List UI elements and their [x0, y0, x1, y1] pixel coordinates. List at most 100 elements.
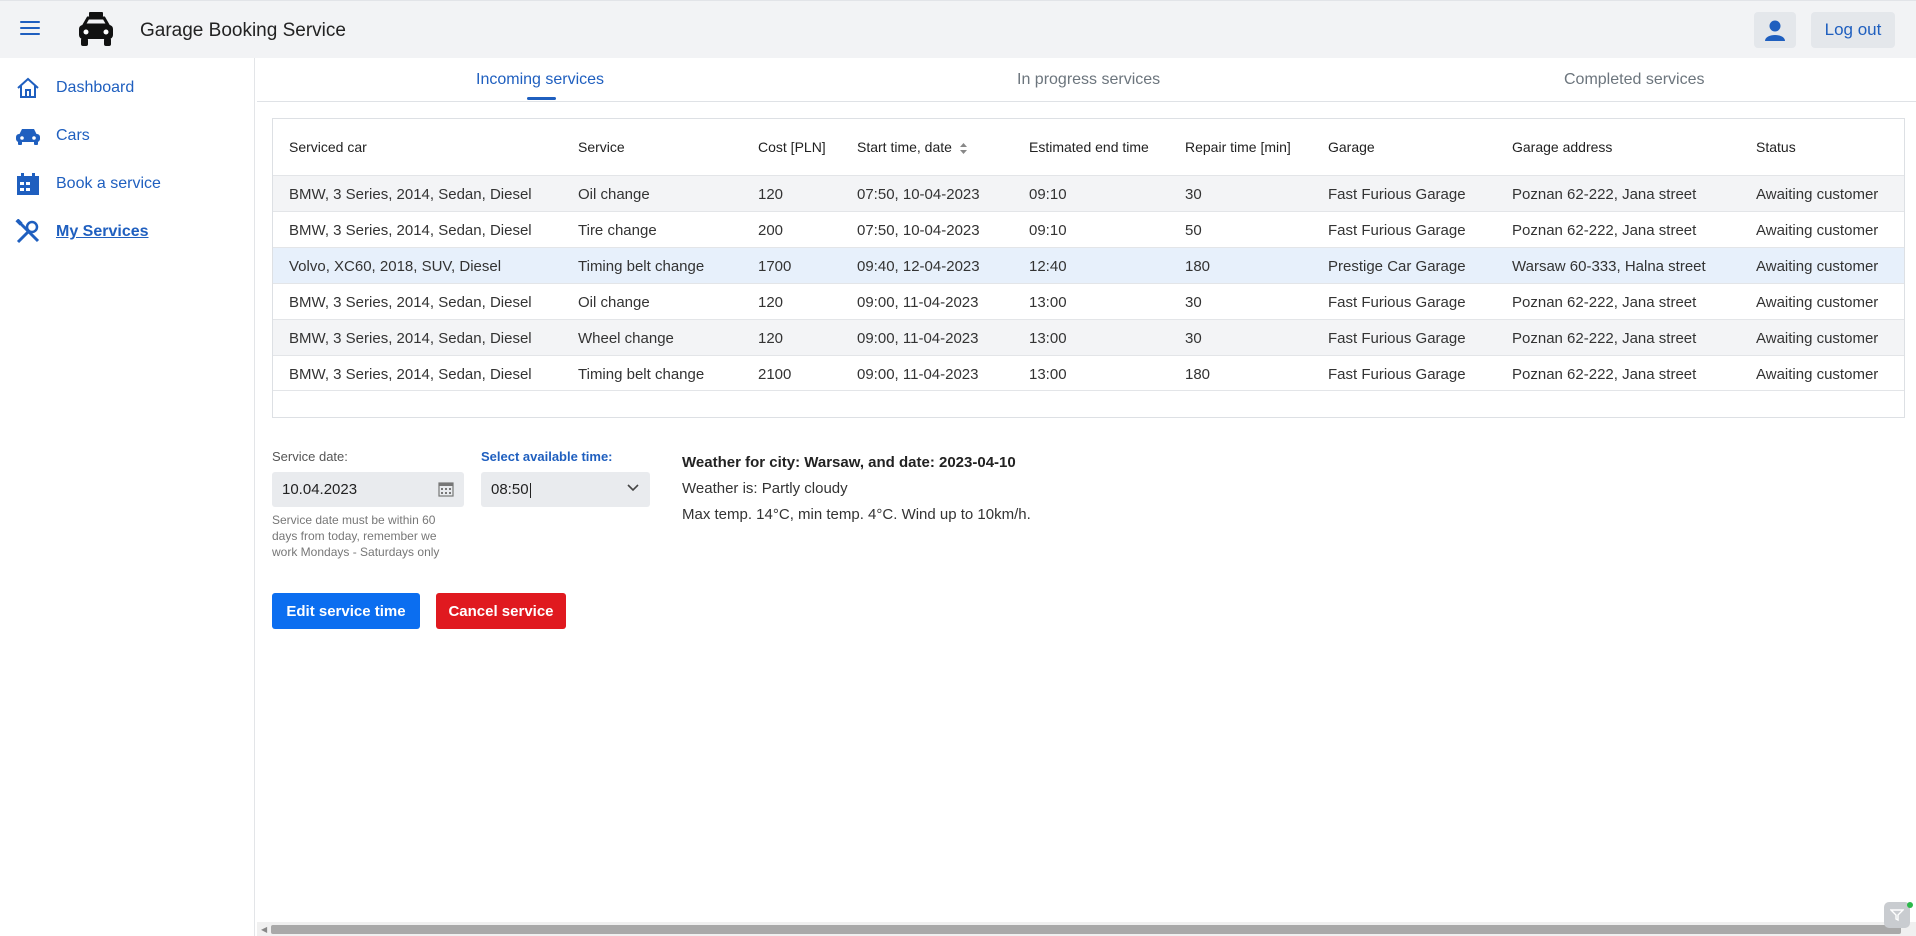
column-header-estimated-end-time[interactable]: Estimated end time	[1029, 139, 1149, 155]
cell-cost: 120	[758, 186, 784, 203]
status-dot	[1907, 902, 1913, 908]
cell-service: Tire change	[578, 222, 657, 239]
calendar-picker-icon[interactable]	[438, 481, 454, 497]
tools-icon	[14, 219, 42, 245]
cell-end-time: 13:00	[1029, 330, 1067, 347]
cell-garage-address: Poznan 62-222, Jana street	[1512, 366, 1697, 383]
cell-end-time: 09:10	[1029, 186, 1067, 203]
cell-status: Awaiting customer	[1756, 330, 1879, 347]
edit-service-time-button[interactable]: Edit service time	[272, 593, 420, 629]
column-header-status[interactable]: Status	[1756, 139, 1796, 155]
time-select-dropdown[interactable]: 08:50	[481, 472, 650, 507]
cell-service: Oil change	[578, 294, 650, 311]
chevron-down-icon	[627, 484, 639, 492]
cell-start-time: 09:00, 11-04-2023	[857, 330, 979, 347]
horizontal-scrollbar[interactable]: ◀	[257, 922, 1916, 936]
sidebar-item-my-services[interactable]: My Services	[14, 217, 149, 247]
column-header-serviced-car[interactable]: Serviced car	[289, 139, 367, 155]
logout-button[interactable]: Log out	[1811, 12, 1895, 48]
sidebar-item-book-a-service[interactable]: Book a service	[14, 169, 161, 199]
table-row[interactable]: BMW, 3 Series, 2014, Sedan, Diesel Oil c…	[273, 175, 1904, 211]
cell-repair-time: 30	[1185, 294, 1202, 311]
sidebar-item-cars[interactable]: Cars	[14, 121, 90, 151]
column-header-service[interactable]: Service	[578, 139, 625, 155]
cell-end-time: 12:40	[1029, 258, 1067, 275]
cell-service: Wheel change	[578, 330, 674, 347]
cell-garage: Fast Furious Garage	[1328, 186, 1466, 203]
cell-end-time: 13:00	[1029, 366, 1067, 383]
tab-incoming-services[interactable]: Incoming services	[476, 71, 604, 89]
service-date-value: 10.04.2023	[282, 481, 358, 498]
weather-details: Max temp. 14°C, min temp. 4°C. Wind up t…	[682, 506, 1031, 523]
car-icon	[14, 123, 42, 149]
column-header-garage-address[interactable]: Garage address	[1512, 139, 1612, 155]
cell-repair-time: 30	[1185, 330, 1202, 347]
table-row[interactable]: BMW, 3 Series, 2014, Sedan, Diesel Tire …	[273, 211, 1904, 247]
sidebar-item-label: Dashboard	[56, 79, 135, 96]
tab-completed-services[interactable]: Completed services	[1564, 71, 1705, 89]
service-date-help-text: Service date must be within 60 days from…	[272, 513, 440, 559]
select-time-label: Select available time:	[481, 449, 613, 464]
service-tabs: Incoming services In progress services C…	[257, 58, 1916, 102]
cell-service: Timing belt change	[578, 366, 705, 383]
scrollbar-thumb[interactable]	[271, 925, 1901, 934]
active-tab-indicator	[527, 97, 556, 100]
cell-serviced-car: BMW, 3 Series, 2014, Sedan, Diesel	[289, 222, 532, 239]
table-header: Serviced car Service Cost [PLN] Start ti…	[273, 119, 1904, 175]
tab-in-progress-services[interactable]: In progress services	[1017, 71, 1160, 89]
cell-garage-address: Warsaw 60-333, Halna street	[1512, 258, 1706, 275]
cell-status: Awaiting customer	[1756, 366, 1879, 383]
text-caret	[529, 482, 531, 498]
cell-serviced-car: Volvo, XC60, 2018, SUV, Diesel	[289, 258, 502, 275]
sidebar-item-dashboard[interactable]: Dashboard	[14, 73, 134, 103]
service-date-label: Service date:	[272, 449, 348, 464]
column-header-label: Start time, date	[857, 139, 952, 155]
user-profile-button[interactable]	[1754, 12, 1796, 48]
column-header-repair-time[interactable]: Repair time [min]	[1185, 139, 1291, 155]
cell-garage-address: Poznan 62-222, Jana street	[1512, 330, 1697, 347]
column-header-cost[interactable]: Cost [PLN]	[758, 139, 826, 155]
service-date-input[interactable]: 10.04.2023	[272, 472, 464, 507]
cell-serviced-car: BMW, 3 Series, 2014, Sedan, Diesel	[289, 186, 532, 203]
cell-end-time: 09:10	[1029, 222, 1067, 239]
cell-start-time: 09:40, 12-04-2023	[857, 258, 980, 275]
hamburger-menu-icon[interactable]	[20, 21, 40, 37]
services-table: Serviced car Service Cost [PLN] Start ti…	[272, 118, 1905, 418]
cancel-service-button[interactable]: Cancel service	[436, 593, 566, 629]
cell-garage-address: Poznan 62-222, Jana street	[1512, 294, 1697, 311]
filter-icon	[1890, 909, 1904, 922]
car-logo-icon	[79, 12, 113, 46]
table-row[interactable]: BMW, 3 Series, 2014, Sedan, Diesel Timin…	[273, 355, 1904, 391]
table-row[interactable]: BMW, 3 Series, 2014, Sedan, Diesel Oil c…	[273, 283, 1904, 319]
cell-repair-time: 180	[1185, 366, 1211, 383]
cell-garage: Fast Furious Garage	[1328, 330, 1466, 347]
user-icon	[1765, 20, 1785, 41]
cell-start-time: 09:00, 11-04-2023	[857, 366, 979, 383]
cell-garage: Prestige Car Garage	[1328, 258, 1466, 275]
extension-widget-button[interactable]	[1884, 902, 1910, 928]
cell-cost: 2100	[758, 366, 792, 383]
cell-start-time: 07:50, 10-04-2023	[857, 186, 980, 203]
cell-start-time: 07:50, 10-04-2023	[857, 222, 980, 239]
cell-serviced-car: BMW, 3 Series, 2014, Sedan, Diesel	[289, 366, 532, 383]
sidebar-item-label: My Services	[56, 223, 149, 240]
cell-cost: 120	[758, 330, 784, 347]
sidebar: Dashboard Cars Book a service My Service…	[0, 58, 255, 936]
app-title: Garage Booking Service	[140, 20, 346, 41]
cell-start-time: 09:00, 11-04-2023	[857, 294, 979, 311]
cell-service: Oil change	[578, 186, 650, 203]
cell-garage: Fast Furious Garage	[1328, 294, 1466, 311]
column-header-garage[interactable]: Garage	[1328, 139, 1375, 155]
cell-status: Awaiting customer	[1756, 186, 1879, 203]
sidebar-item-label: Book a service	[56, 175, 161, 192]
cell-serviced-car: BMW, 3 Series, 2014, Sedan, Diesel	[289, 330, 532, 347]
cell-end-time: 13:00	[1029, 294, 1067, 311]
column-header-start-time[interactable]: Start time, date	[857, 139, 967, 155]
calendar-icon	[14, 171, 42, 197]
scroll-left-arrow-icon[interactable]: ◀	[261, 925, 267, 934]
top-bar: Garage Booking Service Log out	[0, 0, 1916, 58]
cell-repair-time: 30	[1185, 186, 1202, 203]
table-row-selected[interactable]: Volvo, XC60, 2018, SUV, Diesel Timing be…	[273, 247, 1904, 283]
table-row[interactable]: BMW, 3 Series, 2014, Sedan, Diesel Wheel…	[273, 319, 1904, 355]
cell-garage-address: Poznan 62-222, Jana street	[1512, 222, 1697, 239]
